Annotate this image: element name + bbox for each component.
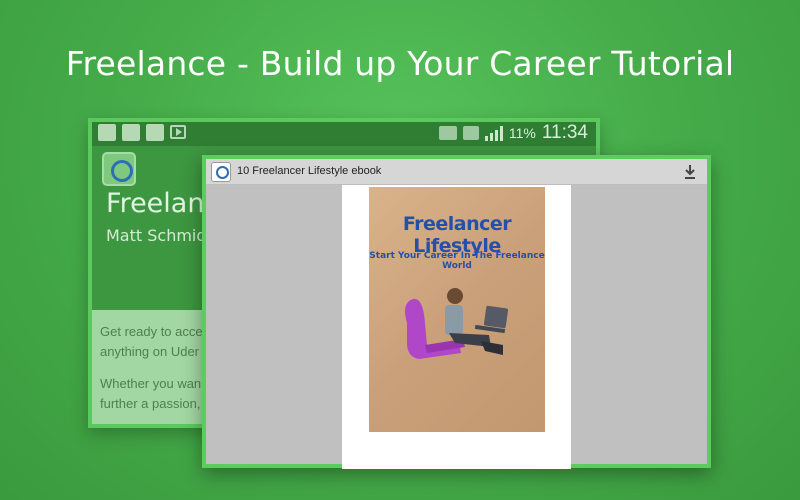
udemy-app-icon	[102, 152, 136, 186]
course-author: Matt Schmidt	[106, 226, 213, 245]
mute-icon	[438, 126, 457, 140]
signal-icon	[484, 125, 503, 141]
viewer-toolbar: 10 Freelancer Lifestyle ebook	[206, 159, 707, 185]
clock-time: 11:34	[541, 122, 588, 143]
cover-subtitle: Start Your Career In The Freelance World	[369, 251, 545, 271]
battery-level: 11%	[508, 125, 536, 141]
promo-banner-title: Freelance - Build up Your Career Tutoria…	[65, 44, 735, 83]
man-with-laptop-illustration	[405, 288, 509, 359]
document-page: Freelancer Lifestyle Start Your Career I…	[342, 185, 571, 469]
description-line: Get ready to acce	[100, 324, 203, 339]
document-canvas[interactable]: Freelancer Lifestyle Start Your Career I…	[206, 185, 707, 469]
status-bar: 11% 11:34	[92, 122, 596, 146]
wifi-icon	[462, 126, 479, 140]
play-icon	[170, 125, 186, 139]
udemy-app-icon[interactable]	[211, 162, 231, 182]
download-icon[interactable]	[683, 164, 697, 180]
ebook-cover: Freelancer Lifestyle Start Your Career I…	[369, 187, 545, 432]
document-title: 10 Freelancer Lifestyle ebook	[237, 165, 382, 177]
ebook-viewer: 10 Freelancer Lifestyle ebook Freelancer…	[202, 155, 711, 469]
description-line: anything on Uder	[100, 344, 200, 359]
image-icon	[98, 124, 116, 141]
description-line: further a passion,	[100, 396, 201, 411]
description-line: Whether you wan	[100, 376, 202, 391]
clipboard-icon	[146, 124, 164, 141]
udemy-notification-icon	[122, 124, 140, 141]
